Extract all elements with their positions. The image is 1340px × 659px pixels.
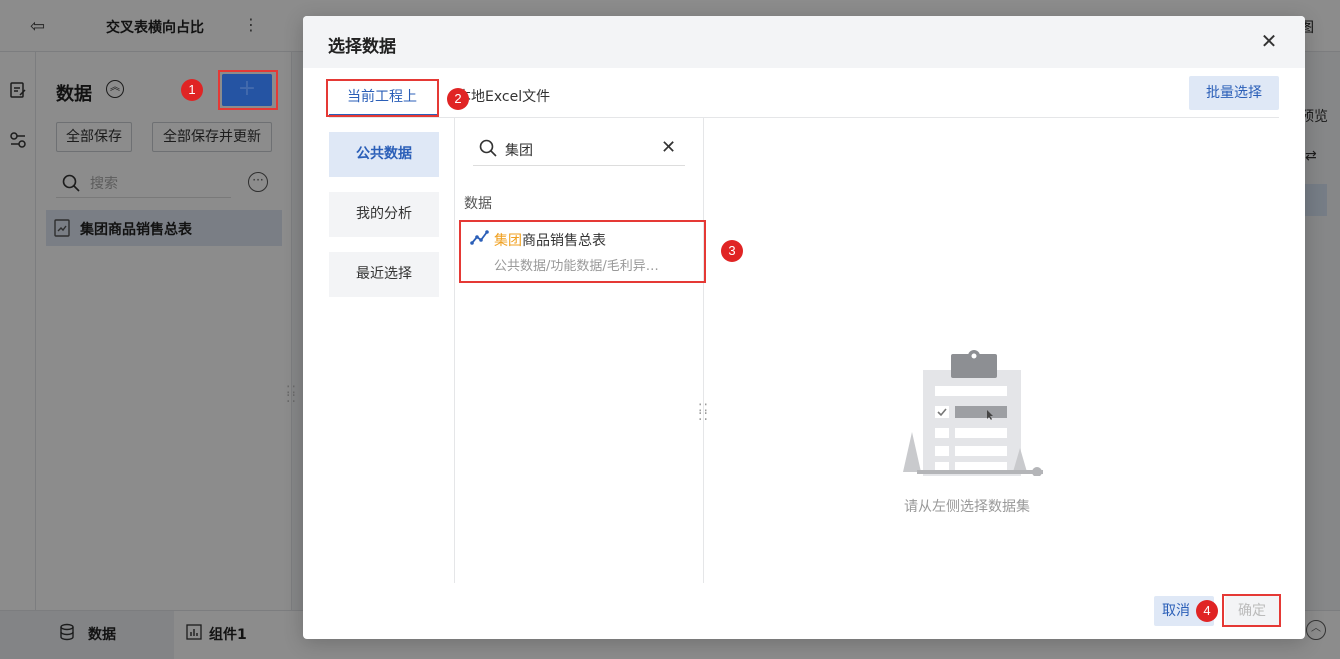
category-public-data[interactable]: 公共数据 (329, 132, 439, 177)
column-divider (454, 118, 455, 583)
annotation-badge-2: 2 (447, 88, 469, 110)
clear-search-icon[interactable]: ✕ (661, 137, 676, 158)
batch-select-button[interactable]: 批量选择 (1189, 76, 1279, 110)
empty-state-text: 请从左侧选择数据集 (904, 499, 1030, 515)
empty-clipboard-illustration (903, 350, 1043, 476)
search-icon (479, 139, 497, 157)
resize-handle[interactable]: ⁚⁚ ⁚⁚ (698, 403, 709, 423)
section-label: 数据 (464, 196, 492, 212)
category-my-analysis[interactable]: 我的分析 (329, 192, 439, 237)
dialog-header: 选择数据 ✕ (303, 16, 1305, 68)
bottom-right-collapse-icon[interactable]: ︿ (1306, 620, 1326, 640)
annotation-box-4 (1222, 594, 1281, 627)
source-tabs: 当前工程上 本地Excel文件 (329, 68, 1279, 118)
tab-local-excel[interactable]: 本地Excel文件 (457, 86, 550, 106)
dialog-title: 选择数据 (328, 37, 396, 57)
annotation-badge-1: 1 (181, 79, 203, 101)
panel-resize-handle[interactable]: ⁚⁚ ⁚⁚ (286, 385, 297, 405)
column-divider (703, 118, 704, 583)
category-recent[interactable]: 最近选择 (329, 252, 439, 297)
annotation-box-1 (218, 70, 278, 110)
search-value: 集团 (505, 143, 533, 159)
annotation-badge-3: 3 (721, 240, 743, 262)
dataset-search-input[interactable]: 集团 ✕ (473, 132, 685, 166)
select-data-dialog: 选择数据 ✕ 当前工程上 本地Excel文件 批量选择 公共数据 我的分析 最近… (303, 16, 1305, 639)
close-icon[interactable]: ✕ (1258, 30, 1280, 52)
annotation-box-2 (326, 79, 439, 117)
annotation-box-3 (459, 220, 706, 283)
annotation-badge-4: 4 (1196, 600, 1218, 622)
